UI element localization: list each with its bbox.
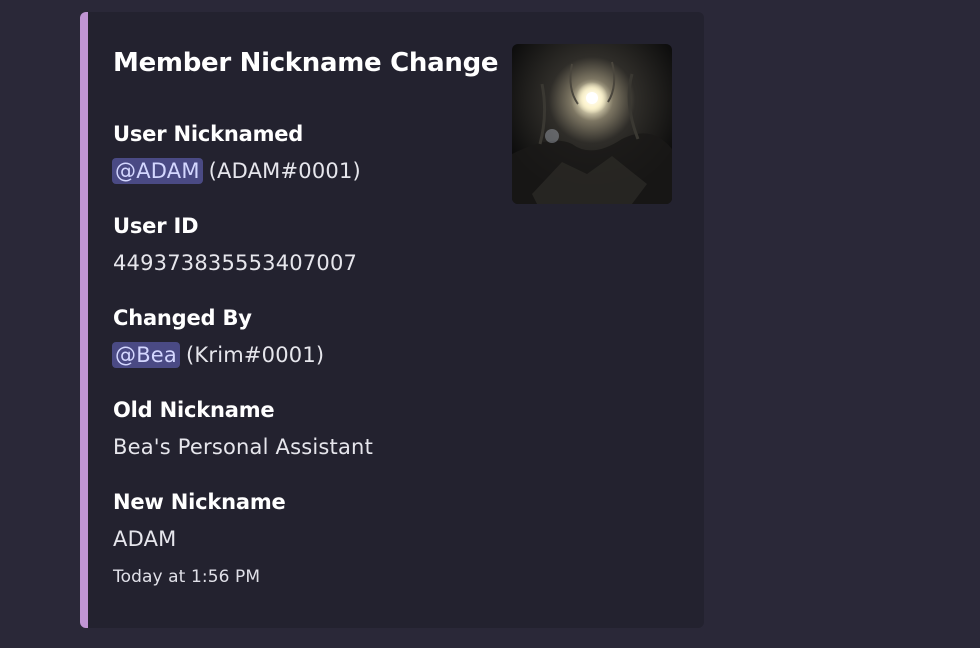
embed-timestamp: Today at 1:56 PM [113,567,261,587]
field-value-old-nickname: Bea's Personal Assistant [113,435,373,459]
user-tag: (ADAM#0001) [208,159,361,183]
field-name-changed-by: Changed By [113,306,252,330]
field-new-nickname: New Nickname ADAM [113,490,286,552]
field-value-user-nicknamed: @ADAM (ADAM#0001) [112,158,361,184]
field-user-id: User ID 449373835553407007 [113,214,357,276]
field-name-new-nickname: New Nickname [113,490,286,514]
changer-tag: (Krim#0001) [186,343,325,367]
field-value-changed-by: @Bea (Krim#0001) [112,342,325,368]
embed-thumbnail-image[interactable] [512,44,672,204]
field-name-user-id: User ID [113,214,199,238]
field-user-nicknamed: User Nicknamed @ADAM (ADAM#0001) [112,122,361,184]
embed-accent-bar [80,12,88,628]
field-name-old-nickname: Old Nickname [113,398,275,422]
field-old-nickname: Old Nickname Bea's Personal Assistant [113,398,373,460]
field-changed-by: Changed By @Bea (Krim#0001) [112,306,325,368]
user-mention-adam[interactable]: @ADAM [112,158,203,184]
field-value-new-nickname: ADAM [113,527,177,551]
field-name-user-nicknamed: User Nicknamed [113,122,304,146]
embed-title: Member Nickname Change [113,48,499,78]
thumbnail-artwork [512,44,672,204]
field-value-user-id: 449373835553407007 [113,251,358,275]
user-mention-bea[interactable]: @Bea [112,342,180,368]
embed-card: Member Nickname Change User Nicknamed @A… [80,12,704,628]
